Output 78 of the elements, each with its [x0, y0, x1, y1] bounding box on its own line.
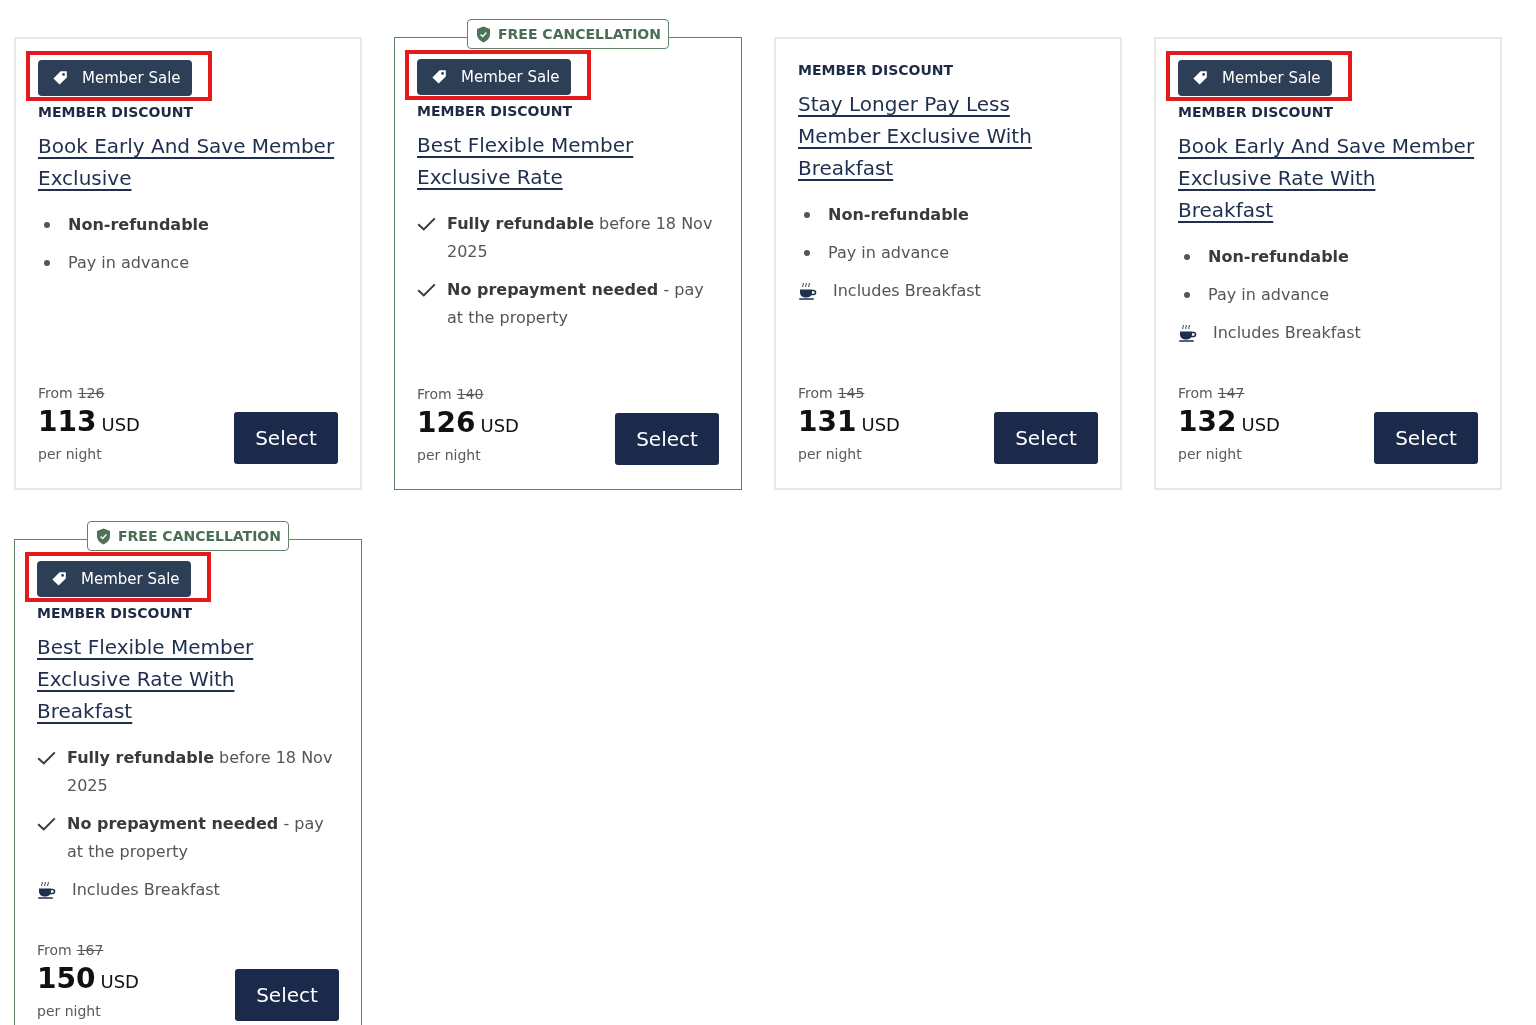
bullet-icon [804, 212, 810, 218]
original-price: 140 [456, 385, 484, 404]
check-icon [37, 817, 56, 831]
original-price: 126 [77, 384, 105, 403]
shield-check-icon [96, 527, 111, 545]
feature-text: No prepayment needed - pay at the property [67, 813, 325, 863]
currency-label: USD [480, 414, 519, 438]
currency-label: USD [101, 413, 140, 437]
original-price: 147 [1217, 384, 1245, 403]
check-icon [37, 751, 56, 765]
feature-text: Pay in advance [1208, 284, 1329, 306]
rate-title-link[interactable]: Book Early And Save Member Exclusive [38, 130, 336, 194]
rate-title-link[interactable]: Best Flexible Member Exclusive Rate [417, 129, 715, 193]
currency-label: USD [100, 970, 139, 994]
bullet-icon [1184, 292, 1190, 298]
bullet-icon [804, 250, 810, 256]
price-tag-icon [431, 69, 447, 85]
price-tag-icon [1192, 70, 1208, 86]
price-amount: 113 [38, 404, 97, 440]
feature-text: Includes Breakfast [1213, 322, 1361, 344]
coffee-cup-icon [798, 282, 817, 300]
from-label: From [37, 941, 72, 960]
price-amount: 132 [1178, 404, 1237, 440]
policy-tag-text: FREE CANCELLATION [118, 527, 281, 545]
category-label: MEMBER DISCOUNT [37, 604, 193, 623]
feature-text: Fully refundable before 18 Nov 2025 [67, 747, 334, 797]
from-label: From [798, 384, 833, 403]
feature-text: Pay in advance [828, 242, 949, 264]
category-label: MEMBER DISCOUNT [417, 102, 573, 121]
policy-tag-text: FREE CANCELLATION [498, 25, 661, 43]
select-button[interactable]: Select [994, 412, 1098, 464]
feature-text: Non-refundable [68, 214, 209, 236]
shield-check-icon [476, 25, 491, 43]
price-tag-icon [52, 70, 68, 86]
feature-text: No prepayment needed - pay at the property [447, 279, 705, 329]
currency-label: USD [861, 413, 900, 437]
from-label: From [1178, 384, 1213, 403]
from-label: From [38, 384, 73, 403]
bullet-icon [44, 222, 50, 228]
feature-text: Includes Breakfast [833, 280, 981, 302]
check-icon [417, 217, 436, 231]
sale-badge-text: Member Sale [82, 68, 181, 88]
select-button[interactable]: Select [234, 412, 338, 464]
unit-label: per night [417, 446, 482, 465]
category-label: MEMBER DISCOUNT [1178, 103, 1334, 122]
select-button[interactable]: Select [1374, 412, 1478, 464]
rate-title-link[interactable]: Book Early And Save Member Exclusive Rate With Breakfast [1178, 130, 1476, 226]
currency-label: USD [1241, 413, 1280, 437]
sale-badge-text: Member Sale [1222, 68, 1321, 88]
original-price: 145 [837, 384, 865, 403]
price-amount: 131 [798, 404, 857, 440]
feature-text: Non-refundable [828, 204, 969, 226]
from-label: From [417, 385, 452, 404]
bullet-icon [44, 260, 50, 266]
coffee-cup-icon [37, 881, 56, 899]
select-button[interactable]: Select [235, 969, 339, 1021]
unit-label: per night [38, 445, 103, 464]
price-amount: 126 [417, 405, 476, 441]
feature-text: Includes Breakfast [72, 879, 220, 901]
feature-text: Pay in advance [68, 252, 189, 274]
sale-badge-text: Member Sale [81, 569, 180, 589]
check-icon [417, 283, 436, 297]
rate-title-link[interactable]: Stay Longer Pay Less Member Exclusive With Breakfast [798, 88, 1096, 184]
price-tag-icon [51, 571, 67, 587]
category-label: MEMBER DISCOUNT [38, 103, 194, 122]
sale-badge-text: Member Sale [461, 67, 560, 87]
coffee-cup-icon [1178, 324, 1197, 342]
feature-text: Non-refundable [1208, 246, 1349, 268]
unit-label: per night [37, 1002, 102, 1021]
original-price: 167 [76, 941, 104, 960]
unit-label: per night [1178, 445, 1243, 464]
unit-label: per night [798, 445, 863, 464]
select-button[interactable]: Select [615, 413, 719, 465]
feature-text: Fully refundable before 18 Nov 2025 [447, 213, 714, 263]
bullet-icon [1184, 254, 1190, 260]
price-amount: 150 [37, 961, 96, 997]
rate-title-link[interactable]: Best Flexible Member Exclusive Rate With Breakfast [37, 631, 335, 727]
category-label: MEMBER DISCOUNT [798, 61, 954, 80]
